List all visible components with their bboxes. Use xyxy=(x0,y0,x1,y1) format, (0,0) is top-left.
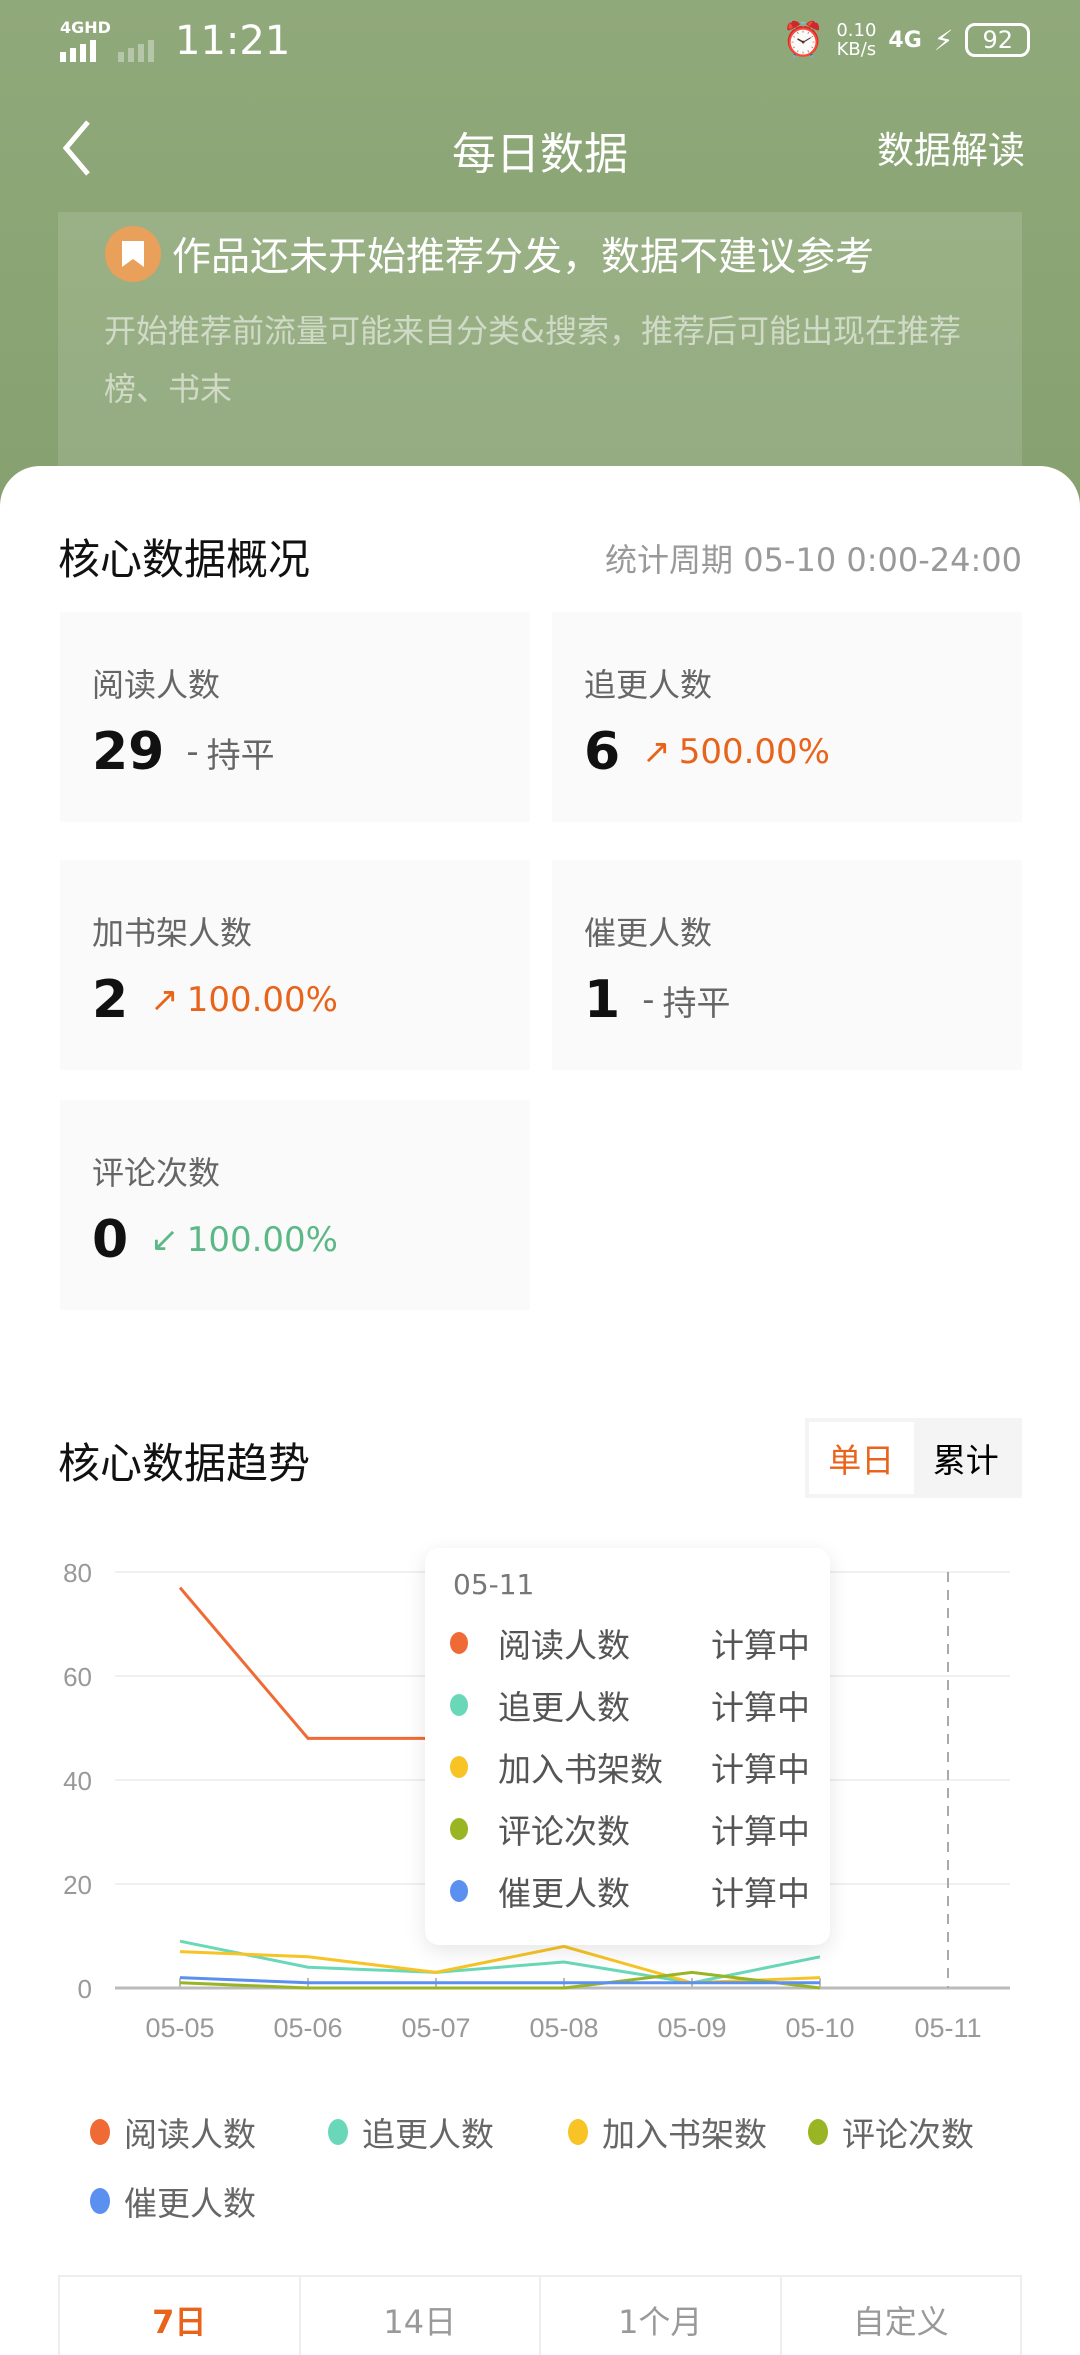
y-tick-label: 80 xyxy=(63,1558,92,1588)
legend-dot xyxy=(328,2119,348,2145)
tooltip-value: 计算中 xyxy=(711,1750,810,1789)
series-dot xyxy=(450,1694,468,1716)
tooltip-row: 加入书架数 计算中 xyxy=(450,1742,810,1792)
range-tabs: 7日 14日 1个月 自定义 xyxy=(58,2275,1022,2355)
series-dot xyxy=(450,1632,468,1654)
x-tick-label: 05-06 xyxy=(273,2013,342,2043)
tooltip-row: 评论次数 计算中 xyxy=(450,1804,810,1854)
tab-7d[interactable]: 7日 xyxy=(60,2277,301,2355)
x-tick-label: 05-11 xyxy=(914,2013,981,2043)
tab-14d[interactable]: 14日 xyxy=(301,2277,541,2355)
x-tick-label: 05-10 xyxy=(785,2013,854,2043)
tooltip-series-name: 催更人数 xyxy=(498,1874,630,1913)
tooltip-series-name: 评论次数 xyxy=(498,1812,630,1851)
tooltip-series-name: 阅读人数 xyxy=(498,1626,630,1665)
trend-chart: 0 20 40 60 80 05-05 05-06 05-07 05-08 05-09 05-10 0… xyxy=(63,1558,1010,2043)
legend-dot xyxy=(568,2119,588,2145)
y-tick-label: 20 xyxy=(63,1870,92,1900)
tooltip-row: 阅读人数 计算中 xyxy=(450,1618,810,1668)
tooltip-value: 计算中 xyxy=(711,1874,810,1913)
y-tick-label: 0 xyxy=(78,1974,92,2004)
tab-custom[interactable]: 自定义 xyxy=(782,2277,1021,2355)
series-dot xyxy=(450,1880,468,1902)
y-tick-label: 60 xyxy=(63,1662,92,1692)
series-dot xyxy=(450,1756,468,1778)
x-tick-label: 05-05 xyxy=(145,2013,214,2043)
legend-label: 追更人数 xyxy=(362,2115,494,2154)
tooltip-value: 计算中 xyxy=(711,1812,810,1851)
legend-item[interactable]: 阅读人数 xyxy=(90,2108,256,2156)
tooltip-value: 计算中 xyxy=(711,1688,810,1727)
x-tick-label: 05-09 xyxy=(657,2013,726,2043)
tooltip-value: 计算中 xyxy=(711,1626,810,1665)
tooltip-series-name: 追更人数 xyxy=(498,1688,630,1727)
chart-tooltip: 05-11 阅读人数 计算中 追更人数 计算中 加入书架数 计算中 评论次数 计算中 催更人数计… xyxy=(425,1548,830,1945)
legend-label: 催更人数 xyxy=(124,2184,256,2223)
legend-item[interactable]: 追更人数 xyxy=(328,2108,494,2156)
tab-1m[interactable]: 1个月 xyxy=(541,2277,782,2355)
y-tick-label: 40 xyxy=(63,1766,92,1796)
legend-item[interactable]: 加入书架数 xyxy=(568,2108,767,2156)
x-tick-label: 05-08 xyxy=(529,2013,598,2043)
legend-dot xyxy=(90,2119,110,2145)
legend-label: 评论次数 xyxy=(842,2115,974,2154)
tooltip-date: 05-11 xyxy=(453,1568,535,1601)
legend-dot xyxy=(808,2119,828,2145)
tooltip-series-name: 加入书架数 xyxy=(498,1750,663,1789)
x-tick-label: 05-07 xyxy=(401,2013,470,2043)
legend-item[interactable]: 评论次数 xyxy=(808,2108,974,2156)
legend-label: 加入书架数 xyxy=(602,2115,767,2154)
series-dot xyxy=(450,1818,468,1840)
tooltip-row: 催更人数 计算中 xyxy=(450,1866,810,1916)
legend-dot xyxy=(90,2188,110,2214)
legend-item[interactable]: 催更人数 xyxy=(90,2177,256,2225)
legend-label: 阅读人数 xyxy=(124,2115,256,2154)
tooltip-row: 追更人数 计算中 xyxy=(450,1680,810,1730)
